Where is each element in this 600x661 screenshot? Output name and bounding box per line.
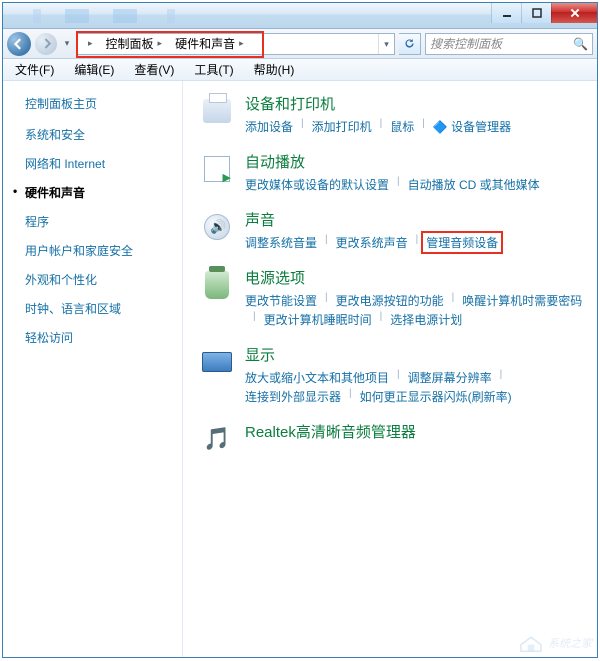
breadcrumb-root-drop[interactable]: ▸: [78, 34, 100, 54]
category-link[interactable]: 唤醒计算机时需要密码: [462, 292, 582, 309]
category-link[interactable]: 🔷 设备管理器: [433, 118, 511, 135]
realtek-icon: 🎵: [199, 421, 235, 457]
category-link[interactable]: 更改系统声音: [336, 234, 408, 251]
titlebar[interactable]: [3, 3, 597, 29]
sidebar-item[interactable]: 外观和个性化: [25, 271, 174, 288]
power-icon: [199, 267, 235, 303]
category-link[interactable]: 自动播放 CD 或其他媒体: [408, 176, 540, 193]
category-link[interactable]: 添加设备: [245, 118, 293, 135]
category-title[interactable]: 设备和打印机: [245, 93, 587, 114]
breadcrumb-current[interactable]: 硬件和声音▸: [169, 34, 251, 54]
separator: |: [325, 292, 328, 309]
sidebar-title[interactable]: 控制面板主页: [25, 95, 174, 112]
category-links: 添加设备 | 添加打印机 | 鼠标 | 🔷 设备管理器: [245, 118, 587, 135]
search-input[interactable]: 搜索控制面板 🔍: [425, 33, 593, 55]
category-link[interactable]: 如何更正显示器闪烁(刷新率): [360, 388, 512, 405]
address-box[interactable]: ▸ 控制面板▸ 硬件和声音▸ ▾: [77, 33, 395, 55]
category-link[interactable]: 调整屏幕分辨率: [408, 369, 492, 386]
watermark-text: 系统之家: [548, 635, 592, 651]
nav-back-button[interactable]: [7, 32, 31, 56]
breadcrumb-root[interactable]: 控制面板▸: [100, 34, 170, 54]
titlebar-blur: [167, 9, 175, 23]
menu-tools[interactable]: 工具(T): [186, 59, 241, 80]
titlebar-blur: [33, 9, 41, 23]
category-links: 更改媒体或设备的默认设置 | 自动播放 CD 或其他媒体: [245, 176, 587, 193]
titlebar-blur: [65, 9, 89, 23]
watermark-logo-icon: [518, 633, 544, 653]
category-link[interactable]: 更改电源按钮的功能: [336, 292, 444, 309]
category: 显示放大或缩小文本和其他项目 | 调整屏幕分辨率 | 连接到外部显示器 | 如何更正显示器闪…: [199, 344, 587, 405]
sound-icon: [199, 209, 235, 245]
separator: |: [380, 118, 383, 135]
display-icon: [199, 344, 235, 380]
refresh-button[interactable]: [399, 33, 421, 55]
separator: |: [301, 118, 304, 135]
category-title[interactable]: 电源选项: [245, 267, 587, 288]
category-link[interactable]: 鼠标: [390, 118, 414, 135]
nav-forward-button[interactable]: [35, 33, 57, 55]
breadcrumb-label: 控制面板: [106, 35, 154, 52]
separator: |: [397, 176, 400, 193]
category: 自动播放更改媒体或设备的默认设置 | 自动播放 CD 或其他媒体: [199, 151, 587, 193]
separator: |: [325, 234, 328, 251]
watermark: 系统之家: [518, 633, 592, 653]
close-button[interactable]: [551, 3, 597, 23]
menu-file[interactable]: 文件(F): [7, 59, 62, 80]
category-link[interactable]: 添加打印机: [312, 118, 372, 135]
separator: |: [397, 369, 400, 386]
autoplay-icon: [199, 151, 235, 187]
sidebar-item[interactable]: 硬件和声音: [25, 184, 174, 201]
category-links: 更改节能设置 | 更改电源按钮的功能 | 唤醒计算机时需要密码 | 更改计算机睡眠时间 | 选择…: [245, 292, 587, 328]
separator: |: [349, 388, 352, 405]
category: 🎵 Realtek高清晰音频管理器: [199, 421, 587, 457]
menu-bar: 文件(F) 编辑(E) 查看(V) 工具(T) 帮助(H): [3, 59, 597, 81]
separator: |: [500, 369, 503, 386]
sidebar-item[interactable]: 轻松访问: [25, 329, 174, 346]
breadcrumb-label: 硬件和声音: [175, 35, 235, 52]
sidebar-item[interactable]: 网络和 Internet: [25, 155, 174, 172]
category-links: 放大或缩小文本和其他项目 | 调整屏幕分辨率 | 连接到外部显示器 | 如何更正显示器闪烁(…: [245, 369, 587, 405]
menu-view[interactable]: 查看(V): [126, 59, 182, 80]
search-icon[interactable]: 🔍: [573, 37, 588, 51]
category-title[interactable]: 声音: [245, 209, 587, 230]
search-placeholder: 搜索控制面板: [430, 35, 502, 52]
category-link[interactable]: 放大或缩小文本和其他项目: [245, 369, 389, 386]
menu-help[interactable]: 帮助(H): [246, 59, 303, 80]
category-link[interactable]: 更改节能设置: [245, 292, 317, 309]
category-link[interactable]: 更改媒体或设备的默认设置: [245, 176, 389, 193]
separator: |: [422, 118, 425, 135]
category-link[interactable]: 连接到外部显示器: [245, 388, 341, 405]
menu-edit[interactable]: 编辑(E): [66, 59, 122, 80]
category-title[interactable]: 自动播放: [245, 151, 587, 172]
category: 声音调整系统音量|更改系统声音|管理音频设备: [199, 209, 587, 251]
minimize-button[interactable]: [491, 3, 521, 23]
content-pane: 设备和打印机添加设备 | 添加打印机 | 鼠标 | 🔷 设备管理器自动播放更改媒体或设备的默…: [183, 81, 597, 657]
category-title[interactable]: Realtek高清晰音频管理器: [245, 421, 587, 442]
category-link[interactable]: 更改计算机睡眠时间: [264, 311, 372, 328]
category-link[interactable]: 选择电源计划: [390, 311, 462, 328]
address-bar: ▾ ▸ 控制面板▸ 硬件和声音▸ ▾ 搜索控制面板 🔍: [3, 29, 597, 59]
sidebar-item[interactable]: 程序: [25, 213, 174, 230]
sidebar: 控制面板主页 系统和安全网络和 Internet 硬件和声音程序用户帐户和家庭安全…: [3, 81, 183, 657]
address-dropdown[interactable]: ▾: [378, 34, 394, 54]
separator: |: [253, 311, 256, 328]
sidebar-item[interactable]: 系统和安全: [25, 126, 174, 143]
separator: |: [452, 292, 455, 309]
printer-icon: [199, 93, 235, 129]
separator: |: [380, 311, 383, 328]
separator: |: [416, 234, 419, 251]
category-link[interactable]: 管理音频设备: [421, 231, 503, 254]
nav-history-dropdown[interactable]: ▾: [61, 38, 73, 49]
maximize-button[interactable]: [521, 3, 551, 23]
sidebar-item[interactable]: 时钟、语言和区域: [25, 300, 174, 317]
category-link[interactable]: 调整系统音量: [245, 234, 317, 251]
category: 电源选项更改节能设置 | 更改电源按钮的功能 | 唤醒计算机时需要密码 | 更改计算机睡眠时…: [199, 267, 587, 328]
titlebar-blur: [113, 9, 137, 23]
category-title[interactable]: 显示: [245, 344, 587, 365]
category: 设备和打印机添加设备 | 添加打印机 | 鼠标 | 🔷 设备管理器: [199, 93, 587, 135]
category-links: 调整系统音量|更改系统声音|管理音频设备: [245, 234, 587, 251]
sidebar-item[interactable]: 用户帐户和家庭安全: [25, 242, 174, 259]
